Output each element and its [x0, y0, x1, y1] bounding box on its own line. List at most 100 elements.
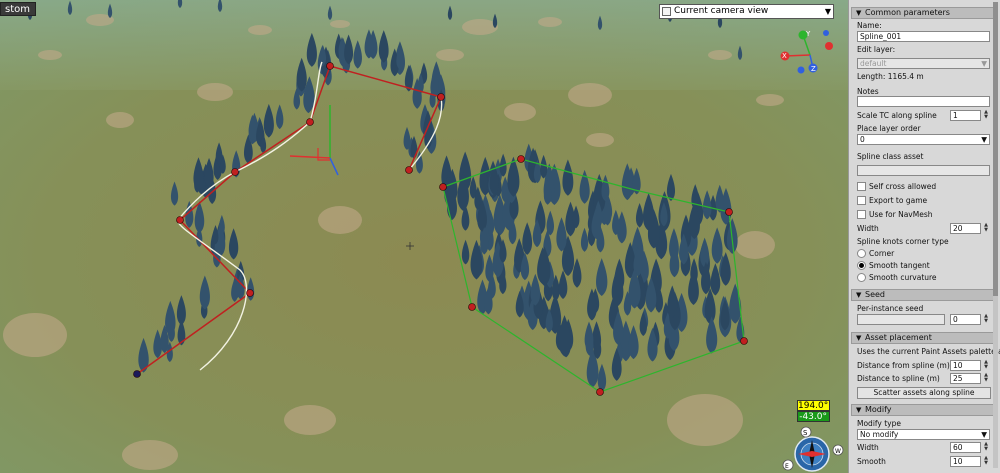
notes-field[interactable]	[857, 96, 990, 107]
dirt-patch	[318, 206, 362, 234]
scale-tc-spinner[interactable]: ▲ ▼	[983, 110, 989, 121]
chevron-down-icon[interactable]: ▼	[825, 5, 831, 18]
dirt-patch	[284, 405, 336, 435]
spline-knot-handle[interactable]	[725, 208, 733, 216]
distance-to-label: Distance to spline (m)	[857, 374, 940, 383]
width-field[interactable]: 20	[950, 223, 981, 234]
dirt-patch	[667, 394, 743, 446]
collapse-triangle-icon[interactable]: ▼	[856, 290, 861, 300]
chevron-down-icon[interactable]: ▼	[981, 430, 987, 439]
collapse-triangle-icon[interactable]: ▼	[856, 405, 861, 415]
dirt-patch	[436, 49, 464, 61]
dirt-patch	[38, 50, 62, 60]
seed-spinner[interactable]: ▲ ▼	[983, 314, 989, 325]
chevron-down-icon: ▼	[981, 59, 987, 68]
compass-south-label: S	[803, 429, 808, 437]
navmesh-checkbox[interactable]	[857, 210, 866, 219]
spline-knot-handle[interactable]	[439, 183, 447, 191]
section-title: Asset placement	[865, 333, 932, 342]
modify-smooth-label: Smooth	[857, 457, 886, 466]
dirt-patch	[106, 112, 134, 128]
smooth-curvature-radio-label: Smooth curvature	[869, 273, 937, 282]
edit-layer-label: Edit layer:	[857, 45, 896, 54]
distance-from-label: Distance from spline (m)	[857, 361, 950, 370]
name-field[interactable]: Spline_001	[857, 31, 990, 42]
spline-class-label: Spline class asset	[857, 152, 924, 161]
axis-neg-z-handle[interactable]	[797, 66, 805, 74]
width-spinner[interactable]: ▲ ▼	[983, 223, 989, 234]
collapse-triangle-icon[interactable]: ▼	[856, 8, 861, 18]
panel-scrollbar[interactable]	[993, 2, 998, 468]
spline-knot-handle[interactable]	[740, 337, 748, 345]
export-game-label: Export to game	[869, 196, 928, 205]
placement-info-text: Uses the current Paint Assets palette an…	[857, 347, 1000, 356]
spline-class-field[interactable]	[857, 165, 990, 176]
dirt-patch	[708, 50, 732, 60]
section-header-placement[interactable]: ▼ Asset placement	[851, 332, 996, 344]
dirt-patch	[538, 17, 562, 27]
axis-z-label: Z	[811, 65, 816, 73]
section-header-modify[interactable]: ▼ Modify	[851, 404, 996, 416]
modify-smooth-field[interactable]: 10	[950, 456, 981, 467]
distance-to-field[interactable]: 25	[950, 373, 981, 384]
per-instance-seed-toggle[interactable]	[857, 314, 945, 325]
camera-view-checkbox[interactable]	[662, 7, 671, 16]
modify-width-spinner[interactable]: ▲ ▼	[983, 442, 989, 453]
dirt-patch	[197, 83, 233, 101]
scrollbar-thumb[interactable]	[993, 2, 998, 296]
dirt-patch	[3, 313, 67, 357]
spline-knot-handle[interactable]	[596, 388, 604, 396]
distance-from-field[interactable]: 10	[950, 360, 981, 371]
chevron-down-icon[interactable]: ▼	[981, 135, 987, 144]
place-layer-select[interactable]: 0 ▼	[857, 134, 990, 145]
dirt-patch	[462, 19, 498, 35]
section-header-common[interactable]: ▼ Common parameters	[851, 7, 996, 19]
seed-field[interactable]: 0	[950, 314, 981, 325]
spline-knot-handle[interactable]	[231, 168, 239, 176]
self-cross-checkbox[interactable]	[857, 182, 866, 191]
terrain-scene[interactable]: Y X Z S W E	[0, 0, 848, 473]
dirt-patch	[504, 103, 536, 121]
dirt-patch	[568, 83, 612, 107]
spline-knot-handle[interactable]	[437, 93, 445, 101]
3d-viewport[interactable]: Y X Z S W E stom Current camera view ▼ 1…	[0, 0, 848, 473]
scatter-assets-button[interactable]: Scatter assets along spline	[857, 387, 991, 399]
distance-from-spinner[interactable]: ▲ ▼	[983, 360, 989, 371]
spline-knot-handle[interactable]	[176, 216, 184, 224]
compass-east-label: E	[785, 463, 789, 470]
section-header-seed[interactable]: ▼ Seed	[851, 289, 996, 301]
smooth-tangent-radio-label: Smooth tangent	[869, 261, 930, 270]
spline-knot-handle[interactable]	[405, 166, 413, 174]
dirt-patch	[735, 231, 775, 259]
spline-knot-handle[interactable]	[133, 370, 141, 378]
per-instance-seed-label: Per-instance seed	[857, 304, 924, 313]
corner-radio[interactable]	[857, 249, 866, 258]
camera-view-select[interactable]: Current camera view ▼	[659, 4, 834, 19]
smooth-tangent-radio[interactable]	[857, 261, 866, 270]
modify-type-value: No modify	[860, 430, 899, 439]
spline-knot-handle[interactable]	[517, 155, 525, 163]
spline-knot-handle[interactable]	[326, 62, 334, 70]
modify-width-field[interactable]: 60	[950, 442, 981, 453]
spline-knot-handle[interactable]	[246, 289, 254, 297]
axis-neg-y-handle[interactable]	[823, 30, 829, 36]
edit-layer-value: default	[860, 59, 887, 68]
properties-panel: ▼ Common parameters Name: Spline_001 Edit…	[848, 0, 1000, 473]
corner-type-label: Spline knots corner type	[857, 237, 949, 246]
axis-neg-x-handle[interactable]	[825, 42, 833, 50]
viewport-tab[interactable]: stom	[0, 2, 36, 16]
smooth-curvature-radio[interactable]	[857, 273, 866, 282]
collapse-triangle-icon[interactable]: ▼	[856, 333, 861, 343]
navmesh-label: Use for NavMesh	[869, 210, 933, 219]
width-label: Width	[857, 224, 879, 233]
modify-smooth-spinner[interactable]: ▲ ▼	[983, 456, 989, 467]
spline-knot-handle[interactable]	[306, 118, 314, 126]
spline-knot-handle[interactable]	[468, 303, 476, 311]
axis-y-label: Y	[805, 30, 811, 38]
scale-tc-field[interactable]: 1	[950, 110, 981, 121]
axis-x-label: X	[782, 52, 787, 60]
export-game-checkbox[interactable]	[857, 196, 866, 205]
modify-type-select[interactable]: No modify ▼	[857, 429, 990, 440]
distance-to-spinner[interactable]: ▲ ▼	[983, 373, 989, 384]
name-label: Name:	[857, 21, 882, 30]
